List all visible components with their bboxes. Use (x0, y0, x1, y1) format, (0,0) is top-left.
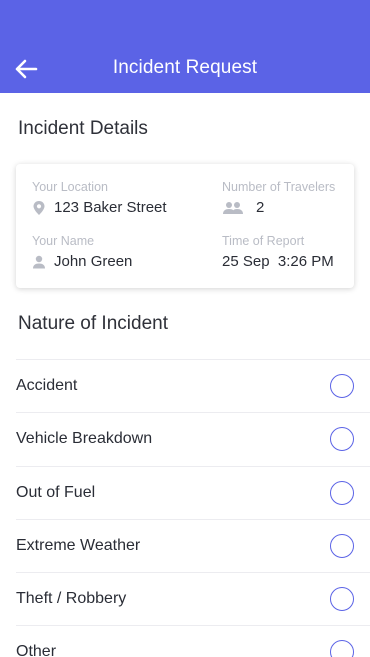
radio-button[interactable] (330, 427, 354, 452)
radio-button[interactable] (330, 587, 354, 612)
incident-details-heading: Incident Details (18, 118, 148, 139)
option-extreme-weather[interactable]: Extreme Weather (16, 518, 370, 572)
incident-options-list: Accident Vehicle Breakdown Out of Fuel E… (0, 359, 370, 657)
name-label: Your Name (32, 234, 95, 248)
time-field: Time of Report 25 Sep 3:26 PM (222, 234, 334, 270)
location-value: 123 Baker Street (54, 199, 167, 216)
option-theft-robbery[interactable]: Theft / Robbery (16, 572, 370, 625)
travelers-value-row: 2 (222, 199, 335, 216)
page-title: Incident Request (112, 57, 258, 78)
travelers-value: 2 (256, 199, 265, 216)
option-label: Vehicle Breakdown (16, 430, 153, 448)
name-field: Your Name John Green (32, 234, 132, 270)
option-label: Theft / Robbery (16, 590, 127, 608)
name-value-row: John Green (32, 253, 132, 270)
location-value-row: 123 Baker Street (32, 199, 167, 216)
travelers-field: Number of Travelers 2 (222, 180, 335, 216)
option-accident[interactable]: Accident (16, 359, 370, 412)
radio-button[interactable] (330, 533, 354, 558)
radio-button[interactable] (330, 480, 354, 505)
time-value: 25 Sep 3:26 PM (222, 253, 334, 270)
time-value-row: 25 Sep 3:26 PM (222, 253, 334, 270)
option-other[interactable]: Other (16, 625, 370, 657)
app-header: Incident Request (0, 0, 370, 93)
name-value: John Green (54, 253, 133, 270)
option-label: Other (16, 643, 57, 657)
location-label: Your Location (32, 180, 108, 194)
radio-button[interactable] (330, 640, 354, 657)
person-icon (32, 255, 46, 269)
option-out-of-fuel[interactable]: Out of Fuel (16, 465, 370, 519)
travelers-label: Number of Travelers (222, 180, 336, 194)
option-label: Extreme Weather (16, 536, 141, 554)
nature-of-incident-heading: Nature of Incident (18, 313, 168, 334)
time-label: Time of Report (222, 234, 305, 248)
location-pin-icon (32, 200, 46, 216)
incident-details-card: Your Location 123 Baker Street Number of… (16, 164, 354, 288)
radio-button[interactable] (330, 374, 354, 398)
option-label: Accident (16, 377, 78, 394)
location-field: Your Location 123 Baker Street (32, 180, 167, 216)
people-icon (222, 201, 244, 215)
option-vehicle-breakdown[interactable]: Vehicle Breakdown (16, 412, 370, 465)
option-label: Out of Fuel (16, 483, 96, 501)
